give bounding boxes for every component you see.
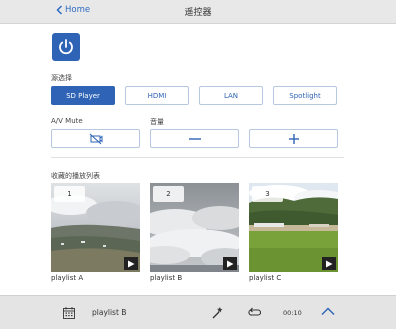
playlist-number: 2 [153, 186, 184, 202]
favorites-label: 收藏的播放列表 [51, 172, 100, 180]
playlist-name: playlist C [249, 274, 282, 282]
playback-time: 00:10 [283, 309, 302, 317]
divider [51, 157, 344, 158]
page-title: 遥控器 [184, 8, 212, 18]
power-icon [59, 39, 73, 55]
source-hdmi-button[interactable]: HDMI [125, 86, 189, 105]
volume-down-button[interactable] [150, 129, 239, 148]
source-sd-player-button[interactable]: SD Player [51, 86, 115, 105]
repeat-icon[interactable] [247, 305, 261, 319]
player-bar: playlist B 00:10 [0, 295, 396, 329]
magic-wand-icon[interactable] [210, 305, 224, 319]
source-lan-button[interactable]: LAN [199, 86, 263, 105]
playlist-card-c[interactable]: 3 [249, 183, 338, 272]
playlist-name: playlist A [51, 274, 84, 282]
chevron-up-icon[interactable] [320, 305, 336, 317]
current-playlist-name: playlist B [92, 308, 127, 317]
playlist-card-a[interactable]: 1 [51, 183, 140, 272]
volume-label: 音量 [150, 118, 164, 126]
power-button[interactable] [52, 33, 80, 61]
plus-icon [288, 133, 299, 144]
top-bar: Home 遥控器 [0, 0, 396, 24]
playlist-number: 3 [252, 186, 283, 202]
av-mute-button[interactable] [51, 129, 140, 148]
volume-up-button[interactable] [249, 129, 338, 148]
playlist-name: playlist B [150, 274, 183, 282]
minus-icon [188, 137, 201, 140]
av-mute-icon [89, 133, 102, 144]
play-icon[interactable] [223, 257, 237, 270]
playlist-icon[interactable] [62, 306, 76, 320]
playlist-card-b[interactable]: 2 [150, 183, 239, 272]
source-label: 源选择 [51, 74, 72, 82]
play-icon[interactable] [322, 257, 336, 270]
play-icon[interactable] [124, 257, 138, 270]
av-mute-label: A/V Mute [51, 117, 83, 125]
source-spotlight-button[interactable]: Spotlight [273, 86, 337, 105]
playlist-number: 1 [54, 186, 85, 202]
